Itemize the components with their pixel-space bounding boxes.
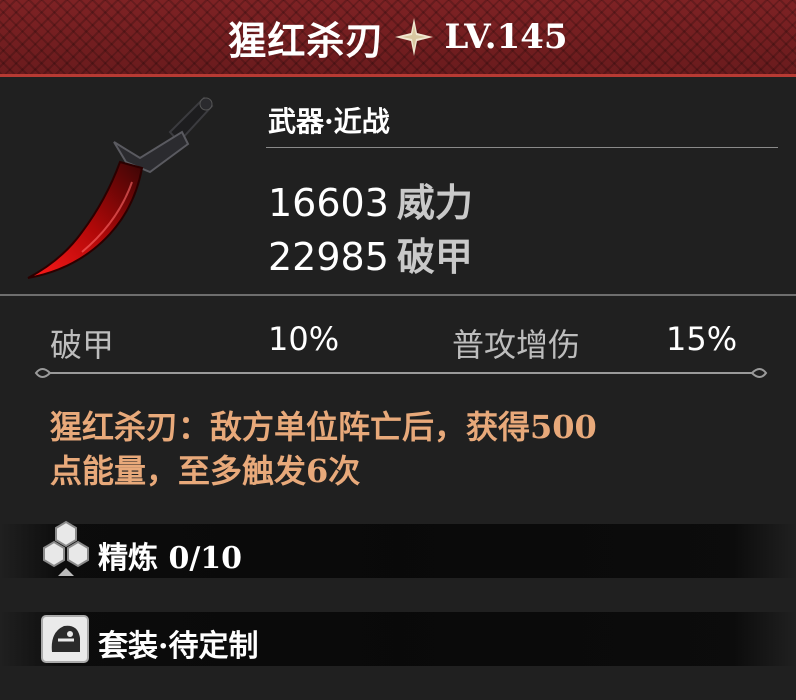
stat-power-label: 威力	[396, 180, 473, 225]
crimson-blade-icon	[27, 96, 214, 279]
stat-armorbreak-value: 22985	[268, 235, 389, 279]
attr-attackdmg-value: 15%	[666, 320, 738, 358]
refine-label: 精炼 0/10	[98, 541, 243, 576]
stat-power-row: 16603 威力	[268, 172, 473, 227]
armor-head-icon	[41, 615, 89, 663]
skill-line-1: 猩红杀刃：敌方单位阵亡后，获得500	[50, 408, 597, 446]
ornament-divider	[34, 368, 768, 378]
hexagon-cluster-icon	[43, 520, 89, 576]
attr-armorbreak-label: 破甲	[50, 326, 115, 364]
item-category: 武器·近战	[268, 105, 390, 138]
stat-armorbreak-label: 破甲	[396, 234, 473, 279]
skill-description: 猩红杀刃：敌方单位阵亡后，获得500 点能量，至多触发6次	[50, 405, 750, 493]
divider	[266, 147, 778, 148]
stat-armorbreak-row: 22985 破甲	[268, 226, 473, 281]
stat-power-value: 16603	[268, 181, 389, 225]
attr-armorbreak-value: 10%	[268, 320, 340, 358]
skill-line-2: 点能量，至多触发6次	[50, 452, 361, 490]
item-name: 猩红杀刃	[228, 17, 385, 63]
sparkle-star-icon	[395, 18, 434, 56]
set-label: 套装·待定制	[98, 629, 259, 664]
item-level: LV.145	[444, 17, 568, 57]
item-header: 猩红杀刃 LV.145	[0, 0, 796, 77]
section-divider	[0, 294, 796, 296]
attr-attackdmg-label: 普攻增伤	[452, 326, 581, 364]
title-group: 猩红杀刃 LV.145	[228, 10, 567, 65]
